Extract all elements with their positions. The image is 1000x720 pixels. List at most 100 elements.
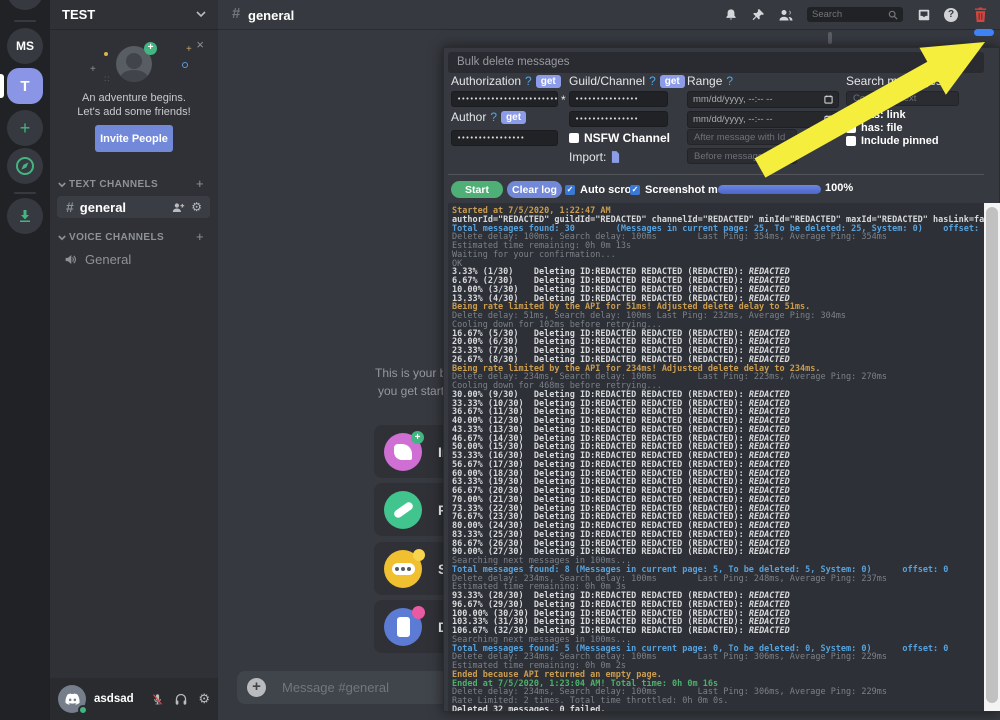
headphones-icon[interactable] bbox=[174, 693, 188, 706]
search-input[interactable]: Search bbox=[807, 7, 903, 22]
download-apps-button[interactable] bbox=[7, 198, 43, 234]
auto-scroll-checkbox[interactable]: ✓ bbox=[565, 185, 575, 195]
get-author-button[interactable]: get bbox=[501, 111, 526, 124]
auto-scroll-row[interactable]: ✓ Auto scroll bbox=[565, 184, 637, 196]
server-rail: MS T + bbox=[0, 0, 50, 720]
channel-item-general[interactable]: # general ⚙ bbox=[57, 196, 210, 218]
undiscord-button-indicator bbox=[974, 29, 994, 36]
search-placeholder: Search bbox=[812, 9, 842, 20]
after-message-id-input[interactable]: After message with Id bbox=[687, 129, 797, 145]
discord-logo-icon bbox=[14, 0, 36, 3]
channel-settings-gear-icon[interactable]: ⚙ bbox=[191, 200, 202, 214]
help-link[interactable]: ? bbox=[726, 74, 733, 88]
channel-title: general bbox=[248, 8, 294, 23]
calendar-icon[interactable] bbox=[824, 95, 833, 104]
member-list-icon[interactable] bbox=[778, 8, 794, 22]
screenshot-mode-checkbox[interactable]: ✓ bbox=[630, 185, 640, 195]
range-label: Range ? bbox=[687, 74, 733, 88]
panel-title[interactable]: Bulk delete messages bbox=[448, 52, 984, 73]
min-date-input[interactable]: mm/dd/yyyy, --:-- -- bbox=[687, 91, 839, 108]
microphone-muted-icon[interactable] bbox=[151, 693, 164, 706]
log-scrollbar[interactable] bbox=[984, 203, 1000, 711]
server-button-ms[interactable]: MS bbox=[7, 28, 43, 64]
inbox-icon[interactable] bbox=[917, 8, 931, 22]
help-link[interactable]: ? bbox=[649, 74, 656, 88]
before-message-id-input[interactable]: Before message with Id bbox=[687, 148, 797, 164]
chat-scrollbar-thumb[interactable] bbox=[828, 32, 832, 44]
author-label: Author ? get bbox=[451, 110, 526, 124]
voice-channels-header[interactable]: VOICE CHANNELS bbox=[69, 232, 164, 243]
channel-input[interactable]: ••••••••••••••• bbox=[569, 111, 668, 127]
category-collapse-icon[interactable] bbox=[58, 182, 66, 188]
guild-input[interactable]: ••••••••••••••• bbox=[569, 91, 668, 107]
log-scrollbar-thumb[interactable] bbox=[986, 207, 998, 703]
help-link[interactable]: ? bbox=[525, 74, 532, 88]
notifications-bell-icon[interactable] bbox=[724, 8, 738, 22]
clear-log-button[interactable]: Clear log bbox=[507, 181, 562, 198]
server-button-test[interactable]: T bbox=[7, 68, 43, 104]
get-guild-button[interactable]: get bbox=[660, 75, 685, 88]
chat-bubble-icon bbox=[384, 550, 422, 588]
voice-channel-item-general[interactable]: General bbox=[64, 252, 131, 267]
help-icon[interactable]: ? bbox=[944, 8, 958, 22]
nsfw-label: NSFW Channel bbox=[584, 131, 670, 145]
author-input[interactable]: •••••••••••••••• bbox=[451, 130, 558, 146]
undiscord-trash-icon[interactable] bbox=[973, 7, 988, 23]
invite-to-channel-icon[interactable] bbox=[172, 202, 185, 213]
progress-percent: 100% bbox=[825, 182, 853, 194]
server-name: TEST bbox=[62, 7, 95, 22]
invite-people-button[interactable]: Invite People bbox=[95, 125, 173, 152]
invite-wave-icon: + bbox=[384, 433, 422, 471]
has-file-label: has: file bbox=[861, 122, 903, 134]
text-channels-header[interactable]: TEXT CHANNELS bbox=[69, 179, 158, 190]
close-icon[interactable]: × bbox=[196, 40, 204, 50]
include-pinned-checkbox[interactable] bbox=[846, 136, 856, 146]
has-file-row[interactable]: has: file bbox=[846, 122, 903, 134]
attach-plus-icon[interactable]: + bbox=[247, 678, 266, 697]
include-pinned-label: Include pinned bbox=[861, 135, 939, 147]
pinned-messages-icon[interactable] bbox=[751, 8, 765, 22]
server-header[interactable]: TEST bbox=[50, 0, 218, 30]
home-button[interactable] bbox=[7, 0, 43, 10]
invite-card-line2: Let's add some friends! bbox=[60, 106, 208, 118]
divider bbox=[448, 174, 984, 175]
containing-text-input[interactable]: Containing text bbox=[846, 91, 959, 106]
avatar[interactable] bbox=[58, 685, 86, 713]
include-pinned-row[interactable]: Include pinned bbox=[846, 135, 939, 147]
import-file-icon[interactable] bbox=[611, 151, 620, 163]
rail-divider bbox=[14, 192, 36, 194]
create-channel-icon[interactable]: + bbox=[196, 176, 204, 191]
selected-server-indicator bbox=[0, 74, 4, 98]
category-collapse-icon[interactable] bbox=[58, 235, 66, 241]
nsfw-checkbox-row[interactable]: NSFW Channel bbox=[569, 131, 670, 145]
sparkle-plus: + bbox=[186, 44, 192, 55]
authorization-label: Authorization ? get bbox=[451, 74, 561, 88]
help-link[interactable]: ? bbox=[490, 110, 497, 124]
paintbrush-icon bbox=[384, 491, 422, 529]
hash-icon: # bbox=[66, 199, 74, 215]
sparkle-dot bbox=[104, 52, 108, 56]
has-link-checkbox[interactable] bbox=[846, 110, 856, 120]
help-link[interactable]: ? bbox=[946, 74, 953, 88]
import-row: Import: bbox=[569, 150, 620, 164]
chevron-down-icon bbox=[196, 11, 206, 18]
create-channel-icon[interactable]: + bbox=[196, 229, 204, 244]
authorization-input[interactable]: •••••••••••••••••••••••••• bbox=[451, 91, 558, 107]
max-date-input[interactable]: mm/dd/yyyy, --:-- -- bbox=[687, 111, 839, 128]
user-panel: asdsad ⚙ bbox=[50, 678, 218, 720]
has-link-row[interactable]: has: link bbox=[846, 109, 906, 121]
calendar-icon[interactable] bbox=[824, 115, 833, 124]
log-output[interactable]: Started at 7/5/2020, 1:22:47 AMauthorId=… bbox=[448, 203, 984, 711]
nsfw-checkbox[interactable] bbox=[569, 133, 579, 143]
explore-servers-button[interactable] bbox=[7, 148, 43, 184]
user-settings-gear-icon[interactable]: ⚙ bbox=[198, 691, 210, 707]
online-status-dot bbox=[78, 705, 88, 715]
bulk-delete-panel: Bulk delete messages Authorization ? get… bbox=[443, 47, 1000, 712]
start-button[interactable]: Start bbox=[451, 181, 503, 198]
has-file-checkbox[interactable] bbox=[846, 123, 856, 133]
channel-sidebar: TEST × + :: + + An adventure begins. Let… bbox=[50, 0, 218, 720]
progress-bar bbox=[718, 185, 821, 194]
add-server-button[interactable]: + bbox=[7, 110, 43, 146]
progress-fill bbox=[718, 185, 821, 194]
get-authorization-button[interactable]: get bbox=[536, 75, 561, 88]
